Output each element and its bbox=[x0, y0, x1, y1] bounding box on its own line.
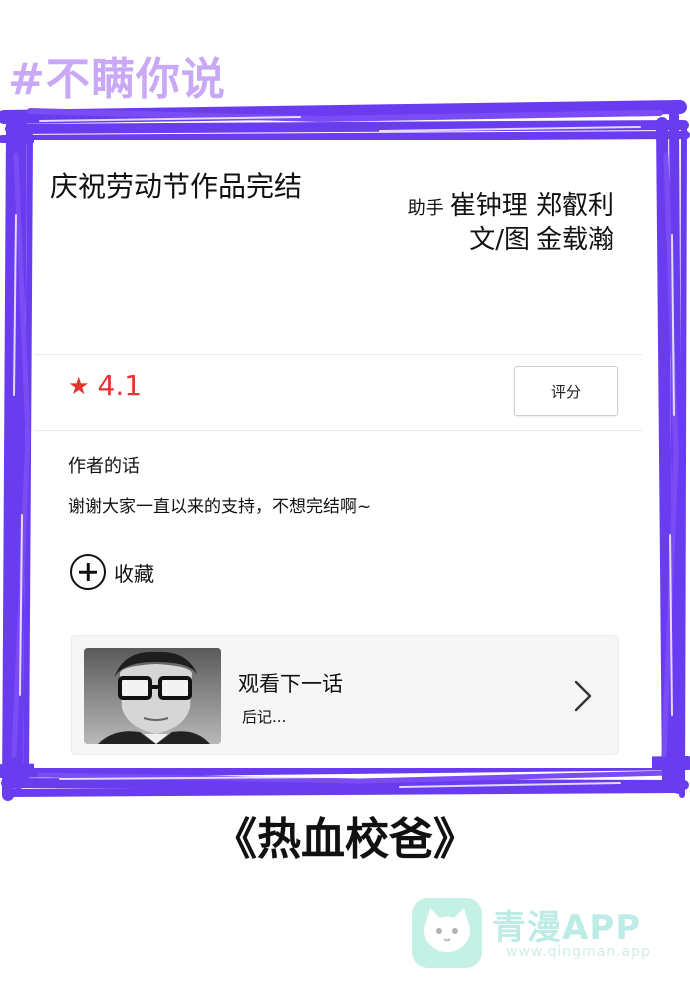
chevron-right-icon bbox=[574, 680, 592, 712]
favorite-button[interactable]: 收藏 bbox=[70, 554, 154, 590]
next-episode-card[interactable]: 观看下一话 后记... bbox=[71, 635, 619, 755]
author-note-heading: 作者的话 bbox=[68, 456, 140, 477]
next-episode-thumbnail bbox=[84, 648, 221, 744]
rate-button[interactable]: 评分 bbox=[514, 366, 618, 416]
credit-names-assistant: 崔钟理 郑叡利 bbox=[449, 191, 614, 221]
plus-circle-icon bbox=[70, 554, 106, 590]
watermark: 青漫APP www.qingman.app bbox=[410, 896, 650, 976]
rating-value: 4.1 bbox=[97, 369, 143, 402]
episode-end-card: 庆祝劳动节作品完结 助手 崔钟理 郑叡利 文/图 金载瀚 ★ 4.1 评分 作者… bbox=[34, 140, 652, 768]
credit-role-author: 文/图 bbox=[469, 224, 530, 255]
rating: ★ 4.1 bbox=[68, 372, 142, 400]
author-note-text: 谢谢大家一直以来的支持，不想完结啊~ bbox=[68, 497, 372, 517]
next-episode-title: 观看下一话 bbox=[238, 672, 343, 696]
credit-names-author: 金载瀚 bbox=[535, 224, 614, 255]
star-icon: ★ bbox=[68, 372, 90, 400]
credits: 助手 崔钟理 郑叡利 文/图 金载瀚 bbox=[408, 190, 614, 258]
credit-assistant: 助手 崔钟理 郑叡利 bbox=[408, 190, 614, 224]
divider-top bbox=[34, 354, 642, 355]
watermark-app-name: 青漫APP bbox=[492, 908, 642, 948]
cat-logo-icon bbox=[412, 898, 482, 968]
credit-role-assistant: 助手 bbox=[407, 198, 444, 219]
divider-middle bbox=[34, 430, 642, 431]
series-title: 《热血校爸》 bbox=[213, 814, 477, 865]
watermark-url: www.qingman.app bbox=[506, 944, 651, 960]
credit-author: 文/图 金载瀚 bbox=[408, 224, 614, 258]
next-episode-subtitle: 后记... bbox=[242, 708, 287, 726]
episode-title: 庆祝劳动节作品完结 bbox=[50, 170, 303, 203]
favorite-label: 收藏 bbox=[114, 561, 154, 586]
